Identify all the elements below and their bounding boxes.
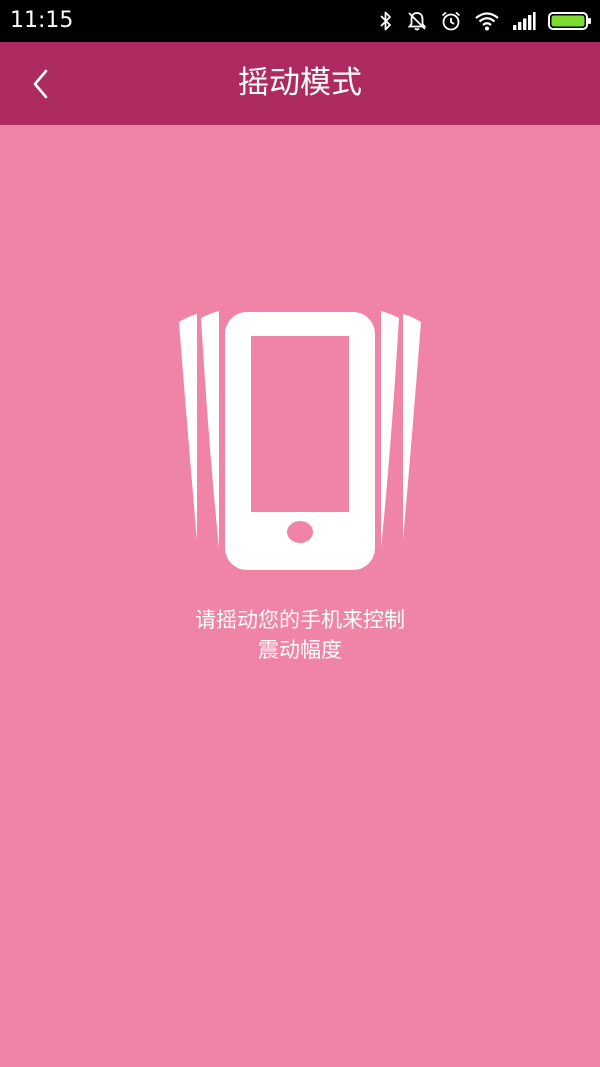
notifications-off-icon bbox=[407, 12, 427, 31]
status-time: 11:15 bbox=[10, 8, 74, 33]
instruction-line-1: 请摇动您的手机来控制 bbox=[195, 608, 405, 632]
shaking-phone-icon bbox=[179, 311, 421, 570]
instruction-text: 请摇动您的手机来控制 震动幅度 bbox=[0, 605, 600, 665]
alarm-icon bbox=[441, 11, 461, 31]
main-content: 请摇动您的手机来控制 震动幅度 bbox=[0, 125, 600, 1067]
app-bar: 摇动模式 bbox=[0, 42, 600, 125]
status-icons bbox=[378, 0, 592, 42]
battery-icon bbox=[548, 12, 591, 30]
status-bar: 11:15 bbox=[0, 0, 600, 42]
wifi-icon bbox=[475, 12, 499, 31]
bluetooth-icon bbox=[380, 11, 391, 31]
page-title: 摇动模式 bbox=[238, 65, 362, 101]
back-button[interactable] bbox=[18, 62, 64, 106]
signal-icon bbox=[513, 12, 536, 30]
instruction-line-2: 震动幅度 bbox=[258, 638, 342, 662]
chevron-left-icon bbox=[33, 69, 48, 99]
